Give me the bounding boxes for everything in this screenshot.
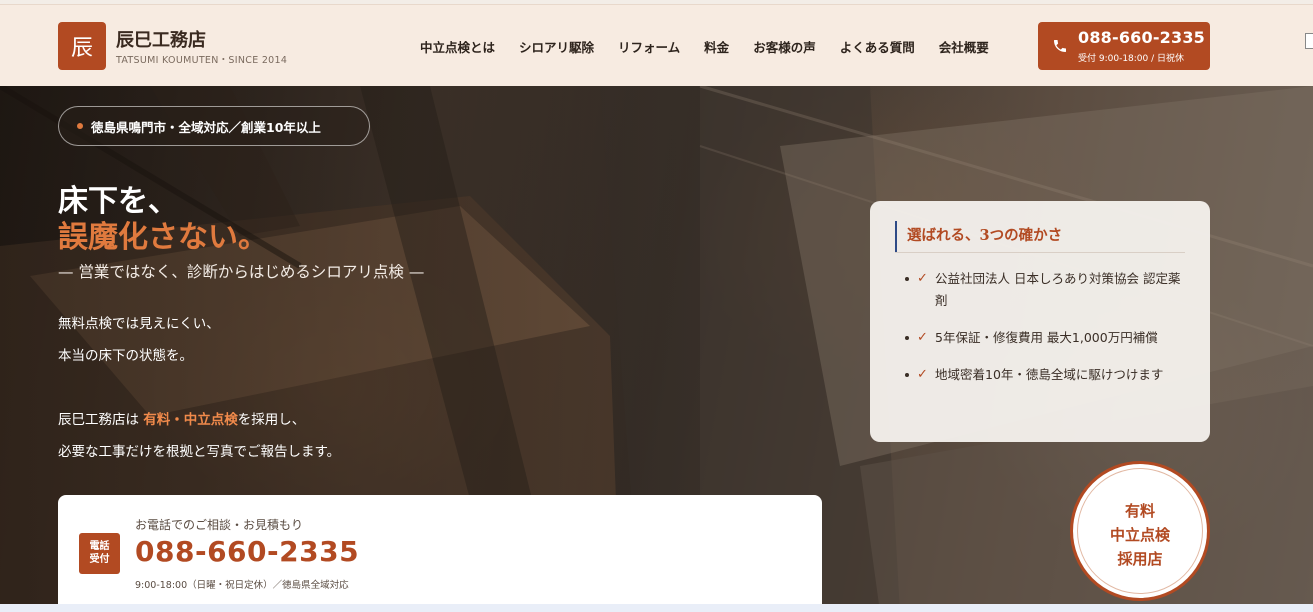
nav-item-testimonials[interactable]: お客様の声 bbox=[753, 37, 816, 56]
phone-card-label: お電話でのご相談・お見積もり bbox=[135, 518, 304, 532]
para-suffix: を採用し、 bbox=[237, 412, 306, 428]
phone-card-number[interactable]: 088-660-2335 bbox=[135, 535, 359, 568]
nav-item-reform[interactable]: リフォーム bbox=[618, 37, 680, 56]
reason-text: 公益社団法人 日本しろあり対策協会 認定薬剤 bbox=[935, 271, 1181, 308]
phone-contact-card[interactable]: 電話 受付 お電話でのご相談・お見積もり 088-660-2335 9:00-1… bbox=[58, 495, 822, 612]
header-phone-hours: 受付 9:00-18:00 / 日祝休 bbox=[1078, 54, 1185, 64]
stamp-line2: 中立点検 bbox=[1109, 526, 1170, 544]
hero-subheading: — 営業ではなく、診断からはじめるシロアリ点検 — bbox=[58, 263, 425, 281]
phone-card-hours: 9:00-18:00（日曜・祝日定休）／徳島県全域対応 bbox=[135, 580, 349, 591]
reasons-divider bbox=[895, 252, 1185, 253]
brand-subtitle: TATSUMI KOUMUTEN・SINCE 2014 bbox=[116, 55, 288, 66]
hero-paragraph-line3: 辰巳工務店は 有料・中立点検を採用し、 bbox=[58, 408, 305, 428]
nav-item-pricing[interactable]: 料金 bbox=[704, 37, 729, 56]
nav-item-termite-removal[interactable]: シロアリ駆除 bbox=[519, 37, 594, 56]
check-icon: ✓ bbox=[917, 330, 928, 345]
area-tag-text: 徳島県鳴門市・全域対応／創業10年以上 bbox=[91, 119, 321, 135]
nav-item-company[interactable]: 会社概要 bbox=[939, 37, 989, 56]
area-tag: 徳島県鳴門市・全域対応／創業10年以上 bbox=[58, 106, 370, 146]
phone-badge: 電話 受付 bbox=[79, 533, 120, 574]
brand-name[interactable]: 辰巳工務店 bbox=[116, 26, 206, 52]
reason-item: ✓ 公益社団法人 日本しろあり対策協会 認定薬剤 bbox=[905, 268, 1185, 312]
para-highlight: 有料・中立点検 bbox=[143, 412, 238, 428]
nav-item-faq[interactable]: よくある質問 bbox=[840, 37, 915, 56]
site-header: 辰 辰巳工務店 TATSUMI KOUMUTEN・SINCE 2014 中立点検… bbox=[0, 4, 1313, 86]
header-phone-number: 088-660-2335 bbox=[1078, 28, 1206, 47]
stamp-line3: 採用店 bbox=[1117, 550, 1163, 568]
hero-paragraph-line4: 必要な工事だけを根拠と写真でご報告します。 bbox=[58, 444, 341, 460]
reason-item: ✓ 5年保証・修復費用 最大1,000万円補償 bbox=[905, 327, 1185, 349]
headline-line2: 誤魔化さない。 bbox=[58, 220, 268, 255]
reasons-list: ✓ 公益社団法人 日本しろあり対策協会 認定薬剤 ✓ 5年保証・修復費用 最大1,0… bbox=[905, 268, 1185, 401]
para-prefix: 辰巳工務店は bbox=[58, 412, 144, 428]
bullet-icon bbox=[905, 336, 909, 340]
reasons-title: 選ばれる、3つの確かさ bbox=[895, 221, 1062, 253]
check-icon: ✓ bbox=[917, 367, 928, 382]
dot-icon bbox=[77, 123, 83, 129]
reason-item: ✓ 地域密着10年・徳島全域に駆けつけます bbox=[905, 364, 1185, 386]
bullet-icon bbox=[905, 373, 909, 377]
hero-section: 徳島県鳴門市・全域対応／創業10年以上 床下を、 誤魔化さない。 — 営業ではな… bbox=[0, 86, 1313, 612]
badge-line1: 電話 bbox=[89, 541, 110, 552]
nav-item-neutral-inspection[interactable]: 中立点検とは bbox=[420, 37, 495, 56]
reason-text: 5年保証・修復費用 最大1,000万円補償 bbox=[935, 330, 1158, 345]
check-icon: ✓ bbox=[917, 271, 928, 286]
header-phone-button[interactable]: 088-660-2335 受付 9:00-18:00 / 日祝休 bbox=[1038, 22, 1210, 70]
reason-text: 地域密着10年・徳島全域に駆けつけます bbox=[935, 367, 1164, 382]
page-bottom-edge bbox=[0, 604, 1313, 612]
stamp-line1: 有料 bbox=[1124, 502, 1155, 520]
phone-icon bbox=[1054, 40, 1066, 52]
hero-paragraph-line1: 無料点検では見えにくい、 bbox=[58, 316, 220, 332]
paid-neutral-inspection-stamp: 有料 中立点検 採用店 bbox=[1070, 461, 1210, 601]
reasons-card: 選ばれる、3つの確かさ ✓ 公益社団法人 日本しろあり対策協会 認定薬剤 ✓ 5年保… bbox=[870, 201, 1210, 442]
bullet-icon bbox=[905, 277, 909, 281]
main-nav: 中立点検とは シロアリ駆除 リフォーム 料金 お客様の声 よくある質問 会社概要 bbox=[420, 37, 989, 56]
side-tab[interactable] bbox=[1305, 33, 1313, 49]
hero-paragraph-line2: 本当の床下の状態を。 bbox=[58, 348, 193, 364]
badge-line2: 受付 bbox=[89, 554, 110, 565]
logo-mark[interactable]: 辰 bbox=[58, 22, 106, 70]
